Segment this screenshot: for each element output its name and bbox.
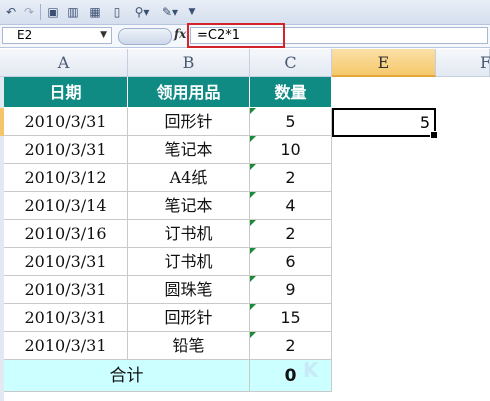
column-header-e[interactable]: E — [332, 49, 436, 77]
chevron-down-icon[interactable]: ▼ — [100, 28, 107, 43]
cell-item[interactable]: A4纸 — [128, 164, 250, 192]
redo-icon[interactable]: ↷ — [22, 5, 36, 19]
cell-date[interactable]: 2010/3/31 — [4, 332, 128, 360]
cell-qty-value: 4 — [285, 196, 296, 215]
cell-item[interactable]: 订书机 — [128, 248, 250, 276]
error-indicator-icon — [250, 220, 256, 226]
name-box-value: E2 — [17, 28, 33, 42]
cell-qty-value: 2 — [285, 336, 296, 355]
save-icon[interactable]: ▣ — [46, 5, 60, 19]
total-value[interactable]: 0 — [250, 360, 332, 392]
cell-item[interactable]: 订书机 — [128, 220, 250, 248]
cell-qty-value: 15 — [280, 308, 301, 327]
header-qty[interactable]: 数量 — [250, 77, 332, 108]
header-item[interactable]: 领用用品 — [128, 77, 250, 108]
cell-qty[interactable]: 4 — [250, 192, 332, 220]
cell-date[interactable]: 2010/3/31 — [4, 304, 128, 332]
cell-qty-value: 10 — [280, 140, 301, 159]
quick-access-toolbar: ↶ ↷ ▣ ▥ ▦ ▯ ⚲▾ ✎▾ ▼ — [0, 0, 490, 25]
column-header-a[interactable]: A — [0, 49, 128, 77]
cell-qty-value: 6 — [285, 252, 296, 271]
cell-item[interactable]: 圆珠笔 — [128, 276, 250, 304]
table-icon[interactable]: ▦ — [88, 5, 102, 19]
search-dropdown-icon[interactable]: ⚲▾ — [132, 5, 152, 19]
cell-qty[interactable]: 9 — [250, 276, 332, 304]
cell-item[interactable]: 笔记本 — [128, 192, 250, 220]
cell-qty[interactable]: 2 — [250, 220, 332, 248]
chart-icon[interactable]: ▥ — [66, 5, 80, 19]
cell-item[interactable]: 铅笔 — [128, 332, 250, 360]
formula-highlight-box — [187, 23, 285, 48]
error-indicator-icon — [250, 108, 256, 114]
error-indicator-icon — [250, 164, 256, 170]
cell-qty-value: 9 — [285, 280, 296, 299]
fill-handle[interactable] — [430, 131, 438, 139]
error-indicator-icon — [250, 276, 256, 282]
cell-date[interactable]: 2010/3/31 — [4, 248, 128, 276]
cell-date[interactable]: 2010/3/31 — [4, 276, 128, 304]
cell-date[interactable]: 2010/3/31 — [4, 108, 128, 136]
cell-date[interactable]: 2010/3/31 — [4, 136, 128, 164]
error-indicator-icon — [250, 192, 256, 198]
error-indicator-icon — [250, 136, 256, 142]
cell-item[interactable]: 回形针 — [128, 304, 250, 332]
cell-qty[interactable]: 2 — [250, 164, 332, 192]
new-doc-icon[interactable]: ▯ — [110, 5, 124, 19]
cell-qty[interactable]: 5 — [250, 108, 332, 136]
column-header-f[interactable]: F — [436, 49, 490, 77]
fx-icon[interactable]: fx — [174, 27, 186, 41]
cell-qty[interactable]: 10 — [250, 136, 332, 164]
cell-qty-value: 2 — [285, 168, 296, 187]
header-date[interactable]: 日期 — [4, 77, 128, 108]
edit-icon[interactable]: ✎▾ — [160, 5, 180, 19]
undo-icon[interactable]: ↶ — [4, 5, 18, 19]
more-icon[interactable]: ▼ — [186, 5, 198, 19]
active-cell-e2[interactable]: 5 — [332, 108, 436, 137]
cell-qty[interactable]: 6 — [250, 248, 332, 276]
cell-qty[interactable]: 2 — [250, 332, 332, 360]
error-indicator-icon — [250, 304, 256, 310]
total-label[interactable]: 合计 — [4, 360, 250, 392]
column-header-c[interactable]: C — [250, 49, 332, 77]
cell-date[interactable]: 2010/3/12 — [4, 164, 128, 192]
cell-qty-value: 2 — [285, 224, 296, 243]
cell-item[interactable]: 笔记本 — [128, 136, 250, 164]
column-header-b[interactable]: B — [128, 49, 250, 77]
cell-qty-value: 5 — [285, 112, 296, 131]
name-box-splitter[interactable] — [118, 28, 172, 45]
cell-date[interactable]: 2010/3/16 — [4, 220, 128, 248]
toolbar-separator — [40, 4, 41, 20]
cell-date[interactable]: 2010/3/14 — [4, 192, 128, 220]
watermark: K — [303, 358, 319, 382]
cell-qty[interactable]: 15 — [250, 304, 332, 332]
cell-item[interactable]: 回形针 — [128, 108, 250, 136]
error-indicator-icon — [250, 248, 256, 254]
name-box[interactable]: E2 ▼ — [2, 27, 112, 44]
error-indicator-icon — [250, 332, 256, 338]
